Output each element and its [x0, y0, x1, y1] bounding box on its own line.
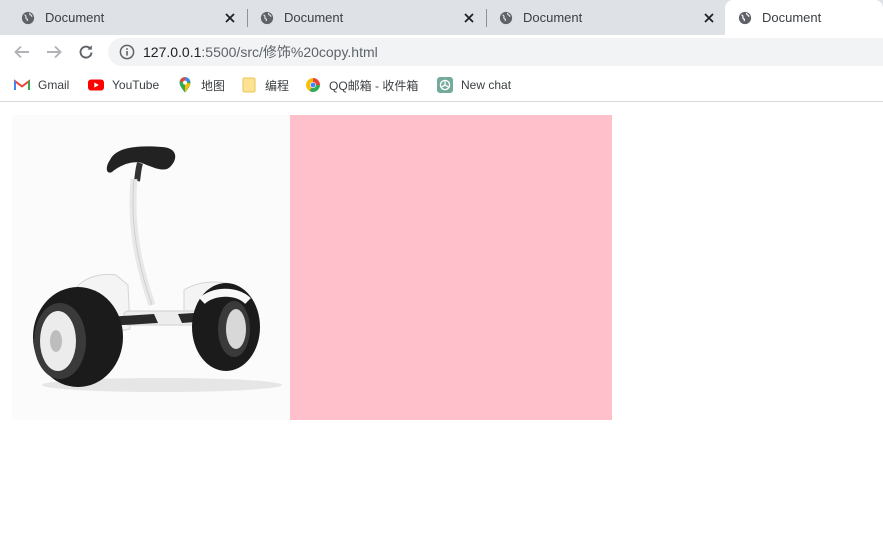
tab-title: Document	[523, 10, 583, 25]
chatgpt-icon	[437, 77, 453, 93]
bookmark-label: New chat	[461, 78, 512, 92]
globe-icon	[738, 11, 752, 24]
forward-button[interactable]	[43, 41, 65, 63]
bookmark-qqmail[interactable]: QQ邮箱 - 收件箱	[305, 76, 418, 94]
globe-icon	[499, 11, 513, 24]
tab-title: Document	[45, 10, 105, 25]
gmail-icon	[14, 77, 30, 93]
bookmark-folder[interactable]: 编程	[241, 76, 289, 94]
youtube-icon	[88, 77, 104, 93]
arrow-left-icon	[14, 45, 29, 59]
url-text: 127.0.0.1:5500/src/修饰%20copy.html	[143, 42, 378, 62]
tab-4-active[interactable]: Document	[725, 0, 883, 35]
back-button[interactable]	[11, 41, 33, 63]
tab-title: Document	[762, 10, 822, 25]
tab-3[interactable]: Document	[478, 0, 725, 35]
bookmark-label: YouTube	[112, 78, 160, 92]
reload-button[interactable]	[75, 41, 97, 63]
globe-icon	[21, 11, 35, 24]
tab-1[interactable]: Document	[0, 0, 246, 35]
page-content	[0, 103, 883, 539]
globe-icon	[260, 11, 274, 24]
bookmark-gmail[interactable]: Gmail	[14, 76, 69, 94]
tab-strip: Document Document Document Document	[0, 0, 883, 35]
url-path: :5500/src/修饰%20copy.html	[201, 44, 378, 60]
address-bar[interactable]: 127.0.0.1:5500/src/修饰%20copy.html	[108, 38, 883, 66]
qqmail-icon	[305, 77, 321, 93]
scooter-image	[12, 115, 290, 420]
arrow-right-icon	[47, 45, 62, 59]
bookmark-new-chat[interactable]: New chat	[437, 76, 511, 94]
close-icon[interactable]	[222, 10, 238, 26]
close-icon[interactable]	[701, 10, 717, 26]
info-icon[interactable]	[119, 44, 135, 60]
bookmark-maps[interactable]: 地图	[177, 76, 225, 94]
tab-title: Document	[284, 10, 344, 25]
tab-2[interactable]: Document	[239, 0, 485, 35]
bookmark-youtube[interactable]: YouTube	[88, 76, 159, 94]
close-icon[interactable]	[461, 10, 477, 26]
browser-toolbar: 127.0.0.1:5500/src/修饰%20copy.html	[0, 35, 883, 69]
pink-box	[290, 115, 612, 420]
bookmark-label: QQ邮箱 - 收件箱	[329, 78, 419, 93]
bookmark-label: 地图	[201, 78, 226, 93]
bookmark-label: 编程	[265, 78, 290, 93]
reload-icon	[79, 45, 93, 59]
bookmarks-bar: Gmail YouTube 地图 编程 QQ邮箱 - 收件箱 New chat	[0, 69, 883, 102]
url-host: 127.0.0.1	[143, 44, 202, 60]
folder-icon	[241, 77, 257, 93]
maps-icon	[177, 77, 193, 93]
bookmark-label: Gmail	[38, 78, 70, 92]
